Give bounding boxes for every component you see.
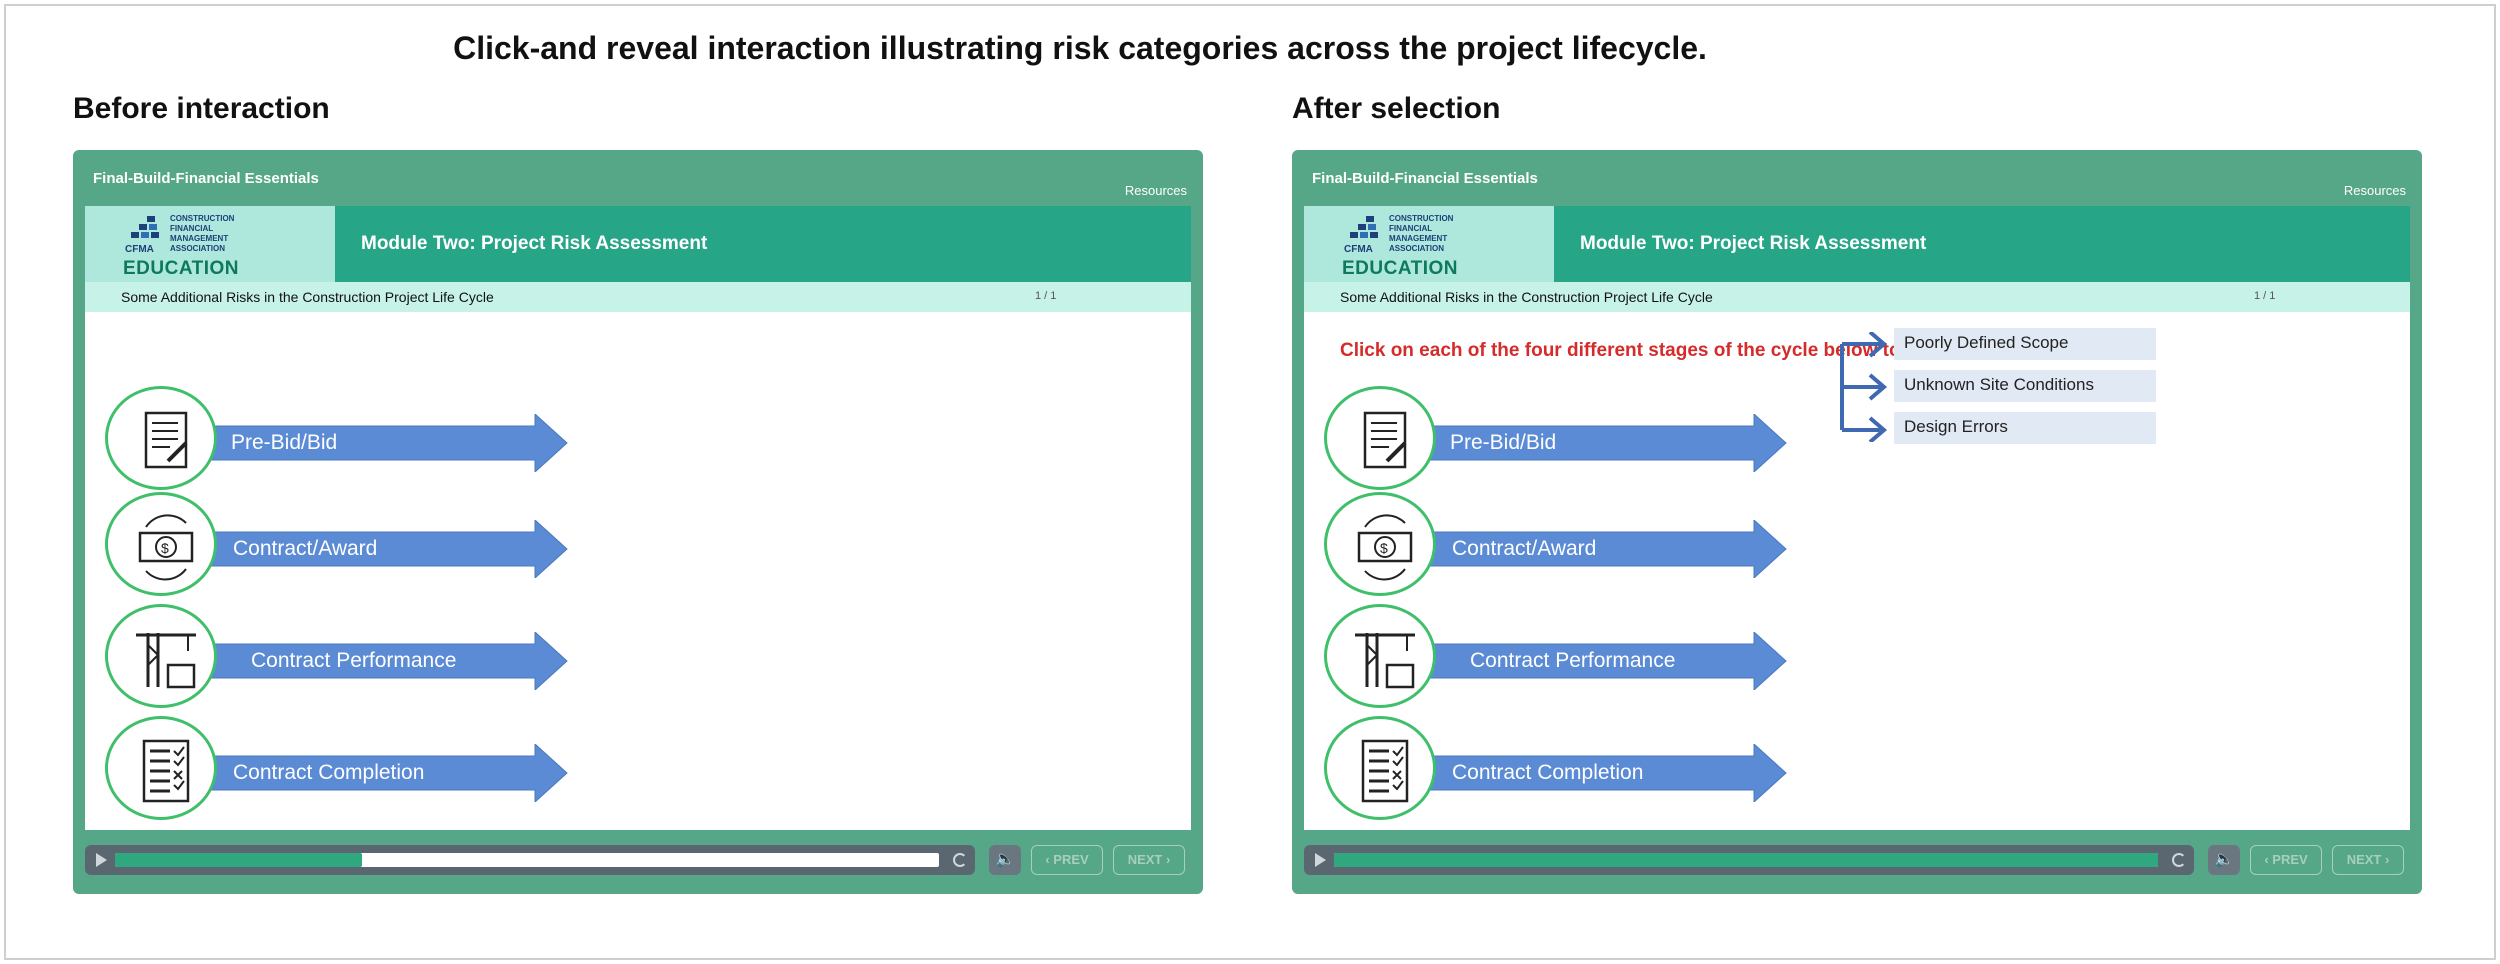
next-button[interactable]: NEXT ›: [1113, 845, 1185, 875]
crane-icon-ring: [105, 604, 217, 708]
course-title: Final-Build-Financial Essentials: [1312, 170, 1538, 187]
seek-track[interactable]: [85, 845, 975, 875]
seek-track[interactable]: [1304, 845, 2194, 875]
panel-label-before: Before interaction: [73, 92, 330, 125]
cfma-logo-mark-icon: CFMA: [125, 216, 159, 254]
stage-contract-performance-button[interactable]: Contract Performance: [1324, 604, 1787, 708]
stage-label: Pre-Bid/Bid: [1450, 431, 1557, 454]
crane-icon-ring: [1324, 604, 1436, 708]
document-pencil-icon: [1363, 411, 1407, 469]
playback-controls: 🔈 ‹ PREV NEXT ›: [85, 840, 1191, 882]
stage-pre-bid-bid-button[interactable]: Pre-Bid/Bid: [1324, 386, 1787, 490]
reveal-bracket-arrows-icon: [1840, 332, 1888, 442]
stage-label: Contract Performance: [1470, 649, 1676, 672]
speaker-icon: 🔈: [995, 851, 1015, 868]
logo-text: CONSTRUCTION FINANCIAL MANAGEMENT ASSOCIATI…: [170, 214, 235, 253]
panel-label-after: After selection: [1292, 92, 1501, 125]
risk-item: Poorly Defined Scope: [1894, 328, 2156, 360]
document-pencil-icon: [144, 411, 188, 469]
checklist-icon-ring: [105, 716, 217, 820]
progress-fill: [115, 853, 363, 867]
stage-contract-award-button[interactable]: $ Contract/Award: [1324, 492, 1787, 596]
stage-label: Contract Completion: [233, 761, 425, 784]
stage-label: Contract/Award: [1452, 537, 1597, 560]
replay-icon[interactable]: [953, 853, 967, 867]
speaker-icon: 🔈: [2214, 851, 2234, 868]
logo-education: EDUCATION: [123, 258, 240, 279]
page-indicator: 1 / 1: [2254, 290, 2276, 302]
money-cycle-icon-ring: $: [105, 492, 217, 596]
play-icon[interactable]: [91, 851, 111, 869]
stage-label: Contract Performance: [251, 649, 457, 672]
stage-contract-award-button[interactable]: $ Contract/Award: [105, 492, 568, 596]
volume-button[interactable]: 🔈: [989, 845, 1021, 875]
stage-contract-completion-button[interactable]: Contract Completion: [105, 716, 568, 820]
volume-button[interactable]: 🔈: [2208, 845, 2240, 875]
cfma-logo: CFMA CONSTRUCTION FINANCIAL MANAGEMENT ASSO…: [1304, 206, 1554, 282]
slide-title-bar: Some Additional Risks in the Constructio…: [1304, 282, 2410, 312]
replay-icon[interactable]: [2172, 853, 2186, 867]
play-icon[interactable]: [1310, 851, 1330, 869]
checklist-icon: [1361, 739, 1409, 803]
crane-icon: [1355, 633, 1415, 689]
document-pencil-icon-ring: [105, 386, 217, 490]
prev-button[interactable]: ‹ PREV: [2250, 845, 2322, 875]
cfma-logo: CFMA CONSTRUCTION FINANCIAL MANAGEMENT ASSO…: [85, 206, 335, 282]
progress-bar[interactable]: [1334, 853, 2158, 867]
prev-button[interactable]: ‹ PREV: [1031, 845, 1103, 875]
risk-item: Design Errors: [1894, 412, 2156, 444]
stage-label: Contract/Award: [233, 537, 378, 560]
svg-text:CFMA: CFMA: [125, 244, 154, 254]
module-header: Module Two: Project Risk Assessment: [335, 206, 1191, 282]
svg-text:$: $: [161, 540, 169, 556]
slide-title: Some Additional Risks in the Constructio…: [121, 289, 494, 305]
money-cycle-icon: $: [1357, 514, 1413, 581]
player-after: Final-Build-Financial Essentials Resourc…: [1292, 150, 2422, 894]
stage-contract-completion-button[interactable]: Contract Completion: [1324, 716, 1787, 820]
figure-caption: Click-and reveal interaction illustratin…: [453, 30, 1707, 66]
progress-bar[interactable]: [115, 853, 939, 867]
resources-link[interactable]: Resources: [1125, 183, 1187, 198]
player-before: Final-Build-Financial Essentials Resourc…: [73, 150, 1203, 894]
svg-text:$: $: [1380, 540, 1388, 556]
stage-pre-bid-bid-button[interactable]: Pre-Bid/Bid: [105, 386, 568, 490]
logo-education: EDUCATION: [1342, 258, 1459, 279]
page-indicator: 1 / 1: [1035, 290, 1057, 302]
module-title: Module Two: Project Risk Assessment: [1580, 233, 1927, 254]
logo-text: CONSTRUCTION FINANCIAL MANAGEMENT ASSOCIATI…: [1389, 214, 1454, 253]
slide-title: Some Additional Risks in the Constructio…: [1340, 289, 1713, 305]
stage-label: Contract Completion: [1452, 761, 1644, 784]
course-title: Final-Build-Financial Essentials: [93, 170, 319, 187]
module-title: Module Two: Project Risk Assessment: [361, 233, 708, 254]
crane-icon: [136, 633, 196, 689]
checklist-icon: [142, 739, 190, 803]
module-header: Module Two: Project Risk Assessment: [1554, 206, 2410, 282]
resources-link[interactable]: Resources: [2344, 183, 2406, 198]
playback-controls: 🔈 ‹ PREV NEXT ›: [1304, 840, 2410, 882]
slide-stage: CFMA CONSTRUCTION FINANCIAL MANAGEMENT ASSO…: [1304, 206, 2410, 830]
stage-contract-performance-button[interactable]: Contract Performance: [105, 604, 568, 708]
progress-fill: [1334, 853, 2158, 867]
cfma-logo-mark-icon: CFMA: [1344, 216, 1378, 254]
svg-text:CFMA: CFMA: [1344, 244, 1373, 254]
slide-stage: CFMA CONSTRUCTION FINANCIAL MANAGEMENT ASSO…: [85, 206, 1191, 830]
checklist-icon-ring: [1324, 716, 1436, 820]
money-cycle-icon: $: [138, 514, 194, 581]
slide-title-bar: Some Additional Risks in the Constructio…: [85, 282, 1191, 312]
money-cycle-icon-ring: $: [1324, 492, 1436, 596]
risk-item: Unknown Site Conditions: [1894, 370, 2156, 402]
document-pencil-icon-ring: [1324, 386, 1436, 490]
next-button[interactable]: NEXT ›: [2332, 845, 2404, 875]
stage-label: Pre-Bid/Bid: [231, 431, 338, 454]
